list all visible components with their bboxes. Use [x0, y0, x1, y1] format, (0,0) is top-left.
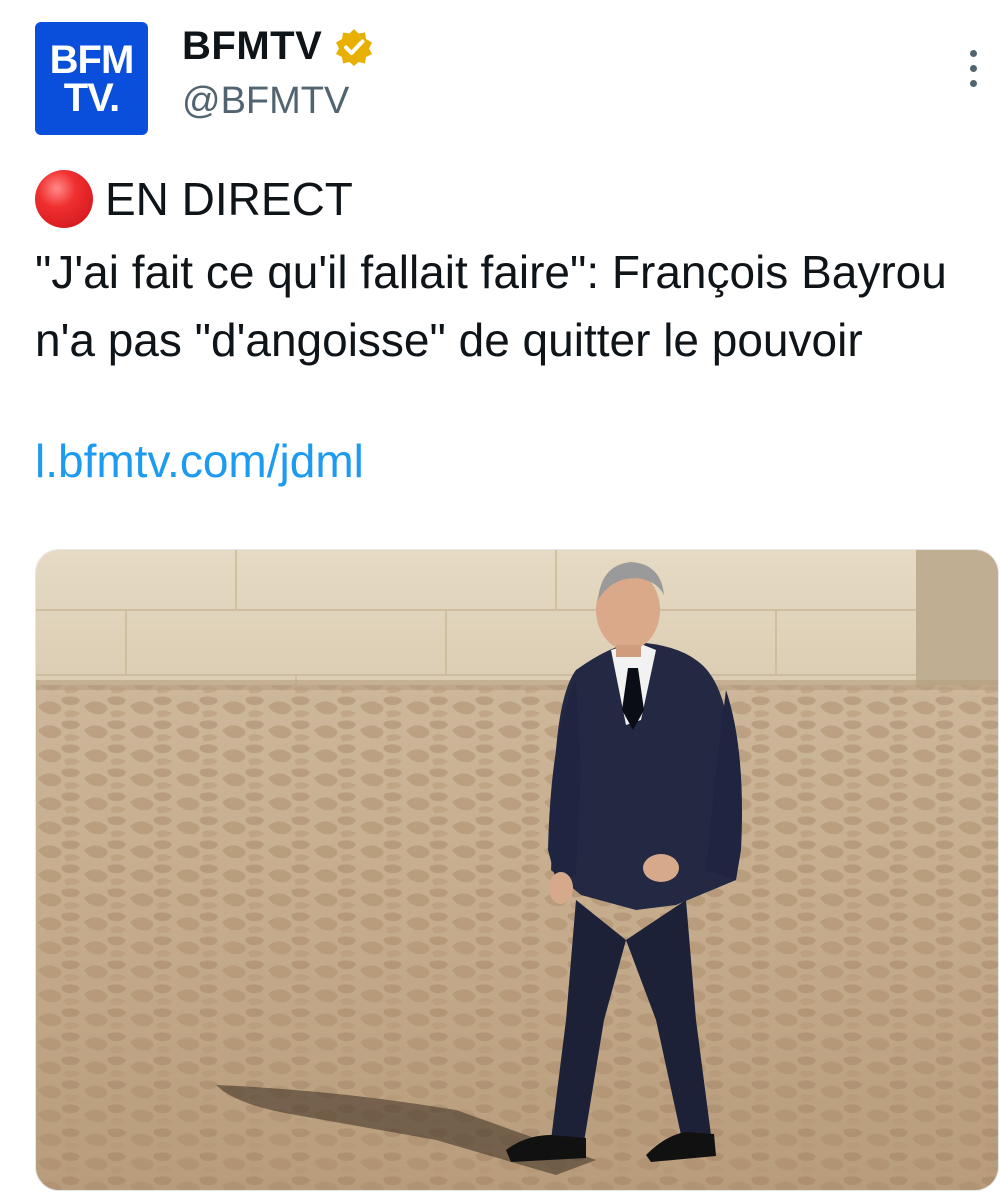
menu-dot — [969, 64, 977, 72]
live-label: EN DIRECT — [105, 173, 353, 225]
verified-badge-icon — [336, 28, 373, 66]
post-photo[interactable] — [35, 549, 999, 1191]
live-indicator: EN DIRECT — [35, 170, 353, 228]
more-vertical-icon[interactable] — [955, 40, 991, 96]
menu-dot — [969, 49, 977, 57]
menu-dot — [969, 79, 977, 87]
post-headline: "J'ai fait ce qu'il fallait faire": Fran… — [35, 246, 947, 366]
photo-illustration — [36, 550, 998, 1190]
account-name-row[interactable]: BFMTV — [182, 24, 374, 69]
account-name[interactable]: BFMTV — [182, 24, 322, 69]
avatar-logo-text-1: BFM — [49, 37, 135, 82]
tweet-card: BFM TV. BFMTV @BFMTV EN DIRECT "J'ai fai… — [0, 0, 1001, 1200]
red-circle-icon — [35, 170, 93, 228]
post-link[interactable]: l.bfmtv.com/jdml — [35, 434, 364, 488]
account-handle[interactable]: @BFMTV — [182, 80, 349, 123]
avatar[interactable]: BFM TV. — [35, 22, 148, 135]
avatar-logo-text-2: TV. — [63, 75, 121, 120]
